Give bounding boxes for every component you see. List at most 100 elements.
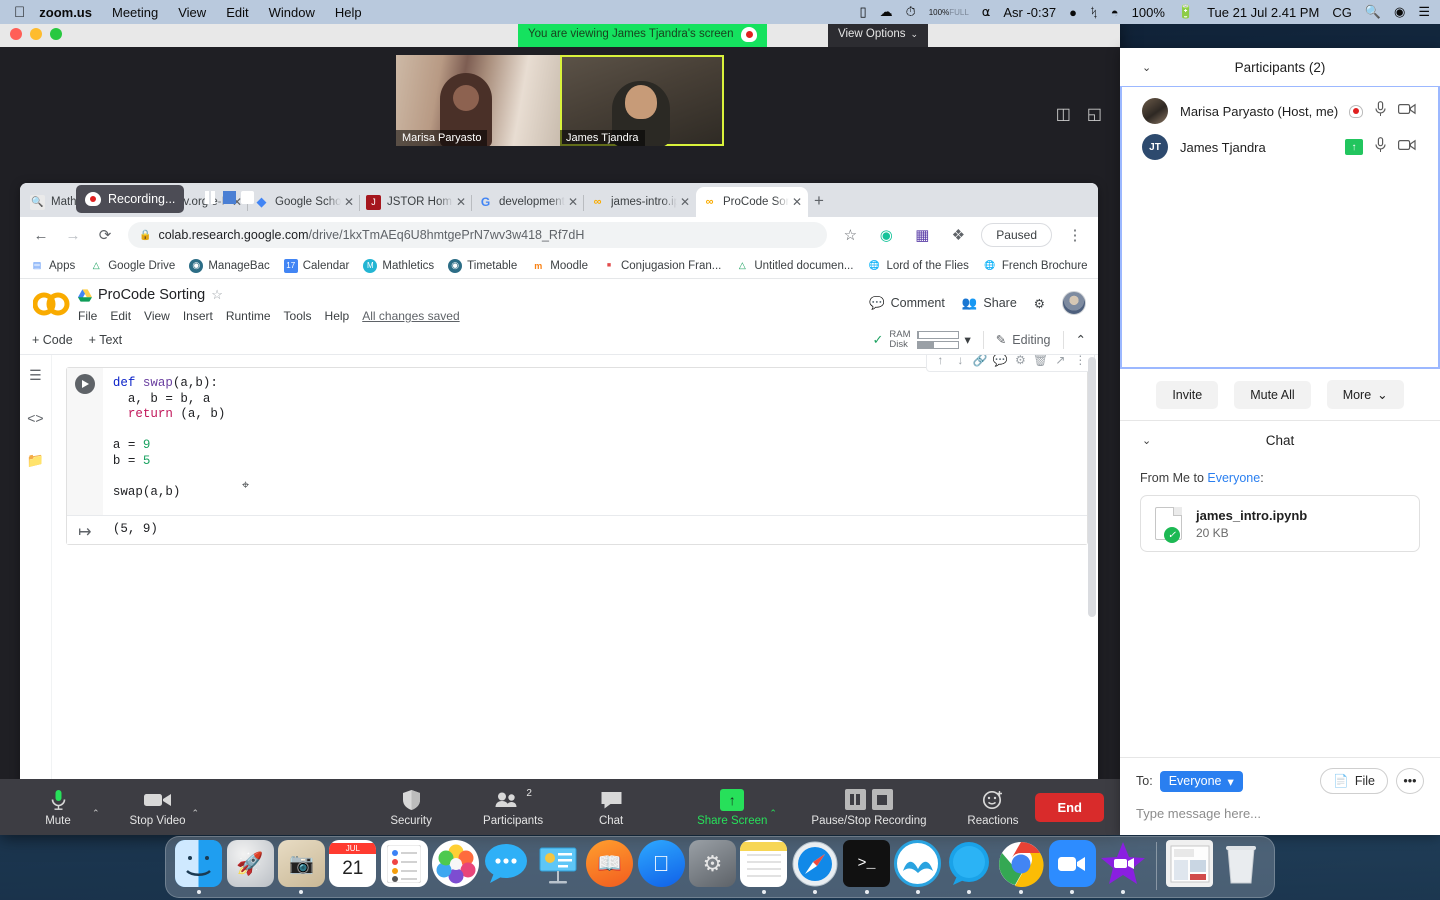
dock-item-ibooks[interactable]: 📖 — [585, 836, 634, 894]
pause-recording-icon[interactable] — [844, 789, 866, 810]
security-button[interactable]: Security — [379, 788, 443, 827]
colab-menu-help[interactable]: Help — [325, 309, 350, 323]
move-down-icon[interactable]: ↓ — [953, 355, 968, 367]
participants-button[interactable]: 2 Participants — [481, 788, 545, 827]
chrome-menu-button[interactable]: ⋮ — [1062, 226, 1088, 244]
resource-usage-indicator[interactable]: ✓ RAM Disk ▾ — [872, 329, 971, 350]
dock-item-finder[interactable] — [174, 836, 223, 894]
dock-item-safari[interactable] — [791, 836, 840, 894]
menu-item-help[interactable]: Help — [335, 5, 362, 20]
mute-all-button[interactable]: Mute All — [1234, 380, 1311, 409]
screen-recorder-icon[interactable]: ▯ — [859, 4, 866, 20]
collapse-participants-icon[interactable]: ⌄ — [1142, 61, 1151, 74]
notification-center-icon[interactable]: ☰ — [1418, 4, 1430, 20]
add-code-cell-button[interactable]: + Code — [32, 333, 73, 347]
participant-row[interactable]: JT James Tjandra ↑ — [1122, 129, 1438, 165]
colab-menu-file[interactable]: File — [78, 309, 97, 323]
chat-recipient-dropdown[interactable]: Everyone ▾ — [1159, 770, 1243, 792]
chat-more-button[interactable]: ••• — [1396, 768, 1424, 794]
colab-menu-view[interactable]: View — [144, 309, 170, 323]
dock-item-skype[interactable] — [945, 836, 994, 894]
close-tab-button[interactable]: ✕ — [344, 195, 354, 209]
share-screen-button[interactable]: ↑ Share Screen — [697, 788, 767, 827]
chat-file-attachment[interactable]: ✓ james_intro.ipynb 20 KB — [1140, 495, 1420, 552]
clock-label[interactable]: Tue 21 Jul 2.41 PM — [1207, 5, 1319, 20]
run-cell-button[interactable] — [74, 374, 95, 394]
delete-icon[interactable]: 🗑 — [1033, 355, 1048, 367]
link-icon[interactable]: 🔗 — [973, 355, 988, 367]
chrome-tab-active[interactable]: ∞ ProCode Sorti ✕ — [696, 187, 808, 217]
chat-message-input[interactable]: Type message here... — [1136, 806, 1424, 821]
colab-menu-tools[interactable]: Tools — [284, 309, 312, 323]
chat-button[interactable]: Chat — [579, 788, 643, 827]
collapse-chat-icon[interactable]: ⌄ — [1142, 434, 1151, 447]
star-icon[interactable]: ☆ — [211, 287, 223, 303]
bookmark-mathletics[interactable]: M Mathletics — [363, 258, 434, 273]
battery-health-icon[interactable]: ⏱ — [906, 4, 916, 20]
minimize-window-button[interactable] — [30, 28, 42, 40]
dock-item-preview[interactable]: 📷 — [277, 836, 326, 894]
move-up-icon[interactable]: ↑ — [933, 355, 948, 367]
apple-menu-icon[interactable]:  — [14, 5, 25, 20]
code-editor[interactable]: def swap(a,b): a, b = b, a return (a, b)… — [103, 368, 1087, 515]
maximize-window-button[interactable] — [50, 28, 62, 40]
dock-item-photos[interactable] — [431, 836, 480, 894]
dock-item-terminal[interactable]: >_ — [842, 836, 891, 894]
bookmark-moodle[interactable]: m Moodle — [531, 259, 588, 273]
files-icon[interactable]: 📁 — [27, 452, 44, 469]
dock-item-anaconda[interactable] — [893, 836, 942, 894]
notebook-scrollbar[interactable] — [1088, 355, 1096, 801]
battery-percent-label[interactable]: 100% — [1132, 5, 1165, 20]
extension-icon[interactable]: ▦ — [909, 226, 935, 244]
pause-recording-icon[interactable] — [205, 191, 218, 204]
colab-menu-edit[interactable]: Edit — [110, 309, 131, 323]
menu-item-zoom-us[interactable]: zoom.us — [39, 5, 92, 20]
dock-item-imovie[interactable] — [1099, 836, 1148, 894]
dock-item-launchpad[interactable]: 🚀 — [225, 836, 274, 894]
dock-item-trash[interactable] — [1216, 836, 1265, 894]
siri-icon[interactable]: ◉ — [1394, 4, 1405, 20]
bookmark-french-brochure[interactable]: 🌐 French Brochure — [983, 259, 1087, 273]
colab-menu-runtime[interactable]: Runtime — [226, 309, 271, 323]
menu-item-edit[interactable]: Edit — [226, 5, 248, 20]
battery-icon[interactable]: 🔋 — [1178, 4, 1194, 20]
view-options-button[interactable]: View Options ⌄ — [828, 21, 929, 47]
sync-paused-button[interactable]: Paused — [981, 223, 1052, 247]
dock-item-system-preferences[interactable]: ⚙ — [688, 836, 737, 894]
microphone-icon[interactable] — [1375, 100, 1386, 122]
code-cell[interactable]: ↑ ↓ 🔗 💬 ⚙ 🗑 ↗ ⋮ def swap(a,b): a, b = b,… — [65, 355, 1095, 545]
bookmark-google-drive[interactable]: △ Google Drive — [89, 259, 176, 273]
stop-recording-icon[interactable] — [871, 789, 893, 810]
back-button[interactable]: ← — [28, 227, 54, 244]
colab-logo-icon[interactable] — [32, 289, 72, 319]
dock-item-reminders[interactable] — [380, 836, 429, 894]
dock-item-keynote[interactable] — [534, 836, 583, 894]
stop-video-button[interactable]: Stop Video — [126, 788, 190, 827]
dock-item-calendar[interactable]: JUL 21 — [328, 836, 377, 894]
close-tab-button[interactable]: ✕ — [456, 195, 466, 209]
new-tab-button[interactable]: + — [814, 191, 824, 211]
invite-button[interactable]: Invite — [1156, 380, 1219, 409]
chrome-tab[interactable]: ∞ james-intro.ip ✕ — [584, 187, 696, 217]
video-camera-icon[interactable] — [1398, 138, 1416, 156]
save-status-label[interactable]: All changes saved — [362, 309, 459, 323]
notebook-title[interactable]: ProCode Sorting — [98, 287, 205, 303]
dock-item-zoom[interactable] — [1047, 836, 1096, 894]
more-icon[interactable]: ⋮ — [1073, 355, 1088, 367]
settings-icon[interactable]: ⚙ — [1013, 355, 1028, 367]
cloud-upload-icon[interactable]: ☁ — [880, 4, 893, 20]
recording-menu-icon[interactable] — [223, 191, 236, 204]
participant-row[interactable]: Marisa Paryasto (Host, me) — [1122, 93, 1438, 129]
chevron-down-icon[interactable]: ▾ — [965, 332, 971, 347]
bookmark-star-icon[interactable]: ☆ — [837, 226, 863, 244]
chrome-tab[interactable]: ◆ Google Schola ✕ — [248, 187, 360, 217]
avatar[interactable] — [1062, 291, 1086, 315]
prayer-timer-label[interactable]: Asr -0:37 — [1003, 5, 1056, 20]
extensions-puzzle-icon[interactable]: ❖ — [945, 226, 971, 244]
video-camera-icon[interactable] — [1398, 102, 1416, 120]
layout-toggle-icon[interactable]: ◫ — [1056, 104, 1071, 124]
grammarly-extension-icon[interactable]: ◉ — [873, 226, 899, 244]
chrome-tab[interactable]: G development ✕ — [472, 187, 584, 217]
reactions-button[interactable]: Reactions — [961, 788, 1025, 827]
dark-mode-icon[interactable]: ● — [1069, 5, 1077, 20]
